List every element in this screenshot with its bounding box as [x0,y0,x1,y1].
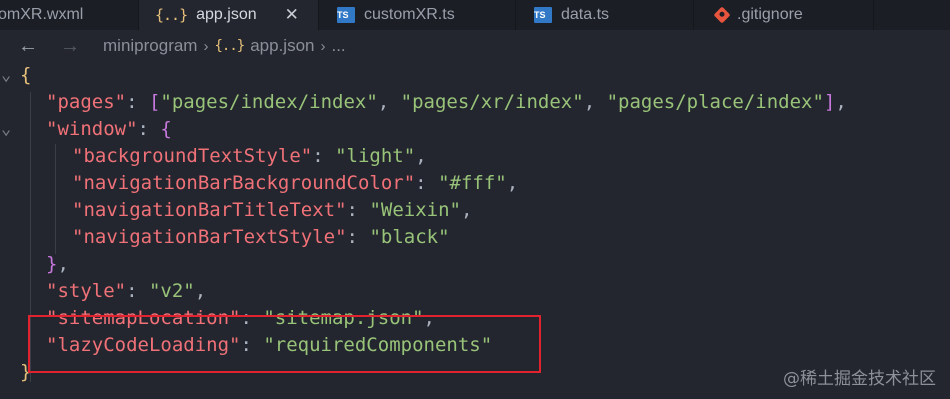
code-token: "pages/index/index" [160,91,378,113]
code-line[interactable]: }, [0,251,950,278]
code-token: , [835,91,847,113]
tab-customxr-ts[interactable]: TS customXR.ts [319,0,516,30]
code-token: ] [823,91,836,113]
chevron-right-icon: › [203,37,209,55]
code-token: , [377,91,401,113]
code-token: [ [148,91,161,113]
code-text: "backgroundTextStyle": "light", [72,143,427,170]
tab-label: .gitignore [737,6,803,23]
code-token: "pages/place/index" [606,91,824,113]
close-icon[interactable]: ✕ [285,5,299,25]
tab-label: customXR.ts [364,6,455,23]
code-line[interactable]: "navigationBarBackgroundColor": "#fff", [0,170,950,197]
code-text: "pages": ["pages/index/index", "pages/xr… [46,89,847,116]
code-editor: omXR.wxml {..} app.json ✕ TS customXR.ts… [0,0,950,399]
typescript-file-icon: TS [534,7,552,23]
code-line[interactable]: "pages": ["pages/index/index", "pages/xr… [0,89,950,116]
code-token: "style" [46,280,127,302]
code-token: : [126,280,149,302]
code-token: : [137,118,161,140]
tab-bar: omXR.wxml {..} app.json ✕ TS customXR.ts… [0,0,950,30]
code-token: , [583,91,607,113]
tab-gitignore[interactable]: .gitignore [694,0,874,30]
code-token: : [126,91,149,113]
tab-label: data.ts [561,6,610,23]
breadcrumb-folder[interactable]: miniprogram [103,36,197,56]
code-token: "pages" [46,91,127,113]
code-line[interactable]: "navigationBarTitleText": "Weixin", [0,197,950,224]
code-token: "navigationBarTextStyle" [72,226,347,248]
code-token: } [46,253,58,275]
tab-label: omXR.wxml [0,6,84,23]
tab-customxr-wxml[interactable]: omXR.wxml [0,0,139,30]
tab-label: app.json [196,6,257,23]
forward-arrow-icon[interactable]: → [59,35,81,58]
json-file-icon: {..} [214,38,245,54]
code-text: "navigationBarBackgroundColor": "#fff", [72,170,518,197]
code-token: "black" [369,226,450,248]
code-line[interactable]: ⌄{ [0,62,950,89]
code-text: "navigationBarTitleText": "Weixin", [72,197,472,224]
chevron-right-icon: › [320,37,326,55]
typescript-file-icon: TS [337,7,355,23]
code-token: : [346,226,370,248]
code-token: { [20,64,32,86]
code-token: "navigationBarTitleText" [72,199,347,221]
code-token: , [506,172,519,194]
code-text: "window": { [46,116,172,143]
json-file-icon: {..} [155,6,188,24]
code-text: "style": "v2", [46,278,206,305]
code-line[interactable]: "style": "v2", [0,278,950,305]
code-token: "pages/xr/index" [400,91,584,113]
watermark: @稀土掘金技术社区 [783,369,936,389]
code-token: "backgroundTextStyle" [72,145,313,167]
code-token: { [160,118,172,140]
git-icon [713,6,731,24]
code-token: "Weixin" [369,199,461,221]
back-arrow-icon[interactable]: ← [17,35,39,58]
code-token: , [57,253,69,275]
code-token: : [312,145,336,167]
code-line[interactable]: ⌄ "window": { [0,116,950,143]
breadcrumb-more[interactable]: ... [331,36,345,56]
code-token: , [460,199,473,221]
code-line[interactable]: "backgroundTextStyle": "light", [0,143,950,170]
code-token: "v2" [148,280,195,302]
fold-chevron-icon[interactable]: ⌄ [1,62,11,89]
code-text: "navigationBarTextStyle": "black" [72,224,450,251]
code-line[interactable]: "navigationBarTextStyle": "black" [0,224,950,251]
highlight-box [28,315,541,373]
code-token: "navigationBarBackgroundColor" [72,172,416,194]
code-token: , [194,280,207,302]
code-token: "light" [335,145,416,167]
code-token: , [415,145,427,167]
fold-chevron-icon[interactable]: ⌄ [1,116,11,143]
tab-app-json[interactable]: {..} app.json ✕ [139,0,319,30]
code-text: { [20,62,31,89]
code-text: }, [46,251,69,278]
code-token: "window" [46,118,138,140]
breadcrumb-file[interactable]: app.json [250,36,314,56]
breadcrumb: ← → miniprogram › {..} app.json › ... [0,30,950,62]
code-token: : [415,172,439,194]
code-token: : [346,199,370,221]
tab-data-ts[interactable]: TS data.ts [516,0,694,30]
code-token: "#fff" [438,172,507,194]
